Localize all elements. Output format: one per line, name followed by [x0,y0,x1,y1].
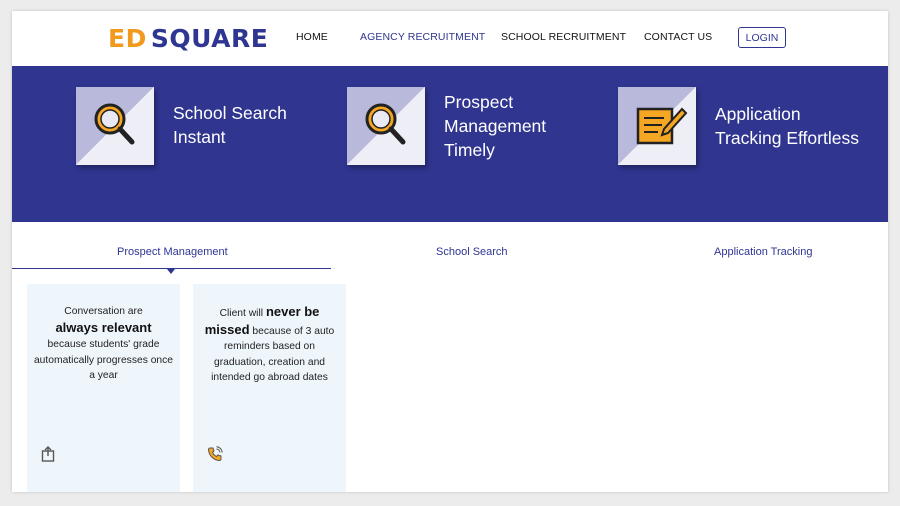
benefit-card: Conversation are always relevant because… [27,284,180,492]
nav-agency-recruitment[interactable]: AGENCY RECRUITMENT [360,31,485,43]
phone-ring-icon [207,446,223,462]
site-header: ED SQUARE HOME AGENCY RECRUITMENT SCHOOL … [12,11,888,66]
tab-school-search[interactable]: School Search [436,246,508,258]
feature-tile [347,87,425,165]
magnifier-icon [365,103,406,145]
feature-title: Application Tracking Effortless [715,104,859,148]
tab-prospect-management[interactable]: Prospect Management [117,246,228,258]
login-button[interactable]: LOGIN [738,27,786,48]
nav-school-recruitment[interactable]: SCHOOL RECRUITMENT [501,31,626,43]
active-tab-caret [167,269,175,274]
benefit-card: Client will never be missed because of 3… [193,284,346,492]
feature-title: School Search Instant [173,103,287,147]
feature-title: Prospect Management Timely [444,92,547,160]
magnifier-icon [94,103,135,145]
nav-home[interactable]: HOME [296,31,328,43]
site-logo[interactable]: ED SQUARE [108,23,268,53]
feature-tile [76,87,154,165]
notepad-pencil-icon [636,107,688,145]
feature-tile [618,87,696,165]
logo-word: SQUARE [150,23,269,53]
logo-prefix: ED [108,23,147,53]
browser-viewport: ED SQUARE HOME AGENCY RECRUITMENT SCHOOL … [12,11,888,492]
card-text: Conversation are always relevant because… [33,306,174,381]
nav-contact-us[interactable]: CONTACT US [644,31,712,43]
card-text: Client will never be missed because of 3… [204,304,335,383]
upload-box-icon [41,446,55,462]
feature-tabs: Prospect Management School Search Applic… [12,222,888,284]
tab-application-tracking[interactable]: Application Tracking [714,246,812,258]
hero-banner: School Search Instant Prospect Managemen… [12,66,888,222]
